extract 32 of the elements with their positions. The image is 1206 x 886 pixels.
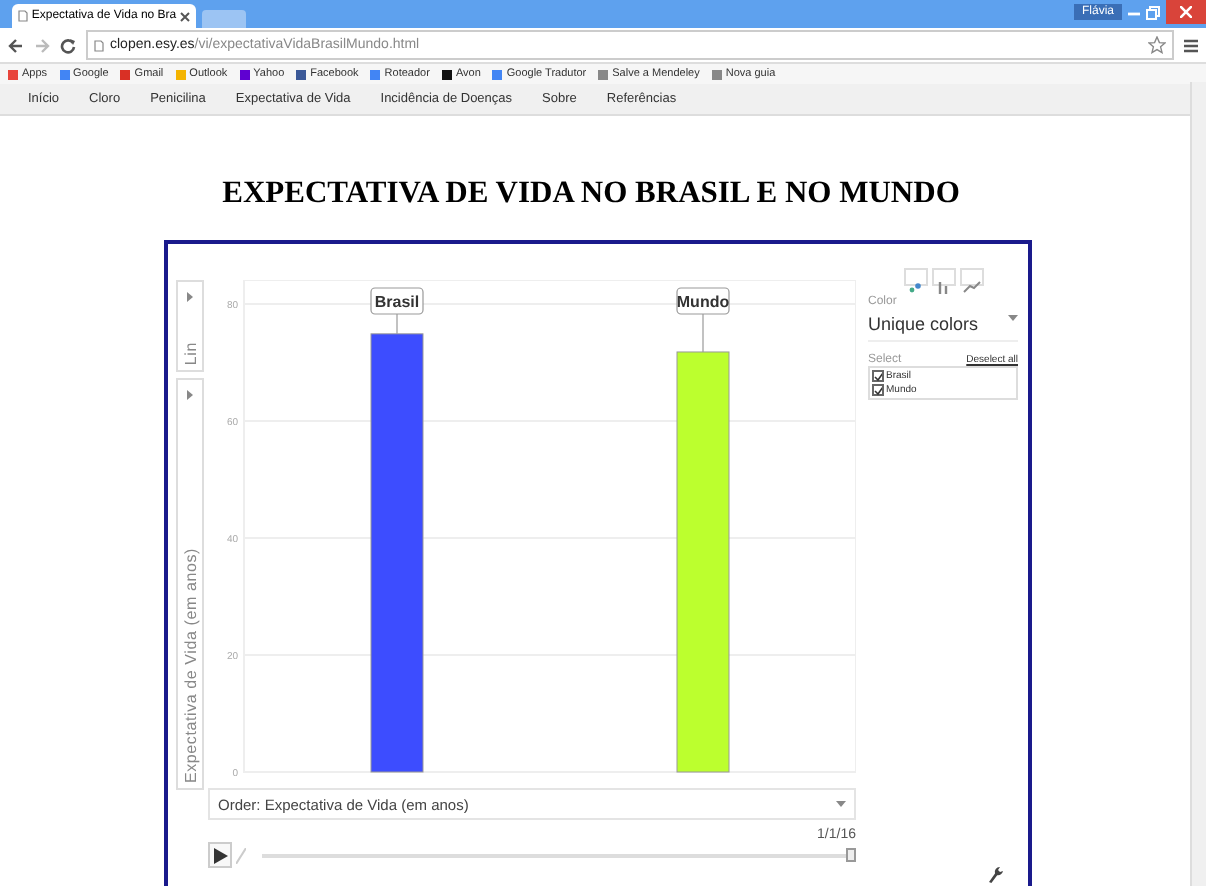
play-button[interactable] <box>208 842 232 868</box>
scale-selector[interactable]: Lin <box>176 280 204 372</box>
back-icon[interactable] <box>8 37 24 53</box>
menu-icon[interactable] <box>1184 37 1198 53</box>
star-icon[interactable] <box>1148 36 1166 54</box>
page-icon <box>18 10 28 22</box>
close-icon[interactable] <box>1180 5 1192 17</box>
page-icon <box>94 39 104 51</box>
bookmark-icon[interactable] <box>441 69 452 79</box>
checkbox[interactable] <box>872 384 884 396</box>
bookmark-icon[interactable] <box>239 69 250 79</box>
bar-label: Brasil <box>370 287 424 315</box>
bookmark-icon[interactable] <box>296 69 307 79</box>
checkbox[interactable] <box>872 370 884 382</box>
close-window-button[interactable] <box>1166 0 1206 24</box>
close-tab-icon[interactable] <box>180 11 190 21</box>
forward-icon[interactable] <box>34 37 50 53</box>
caret-icon <box>1008 314 1018 322</box>
bar-label: Mundo <box>676 287 730 315</box>
page-title: EXPECTATIVA DE VIDA NO BRASIL E NO MUNDO <box>220 176 962 212</box>
caret-icon <box>836 800 846 808</box>
caret-icon <box>186 292 194 302</box>
y-axis-selector[interactable]: Expectativa de Vida (em anos) <box>176 378 204 790</box>
leader-line <box>396 313 398 335</box>
scrollbar[interactable] <box>1190 82 1206 886</box>
caret-icon <box>186 390 194 400</box>
leader-line <box>702 313 704 353</box>
reload-icon[interactable] <box>60 37 76 53</box>
color-dropdown[interactable]: Unique colors <box>868 308 1018 342</box>
series-label: Brasil <box>374 293 420 311</box>
wrench-icon[interactable] <box>988 866 1004 884</box>
restore-icon[interactable] <box>1146 5 1160 19</box>
